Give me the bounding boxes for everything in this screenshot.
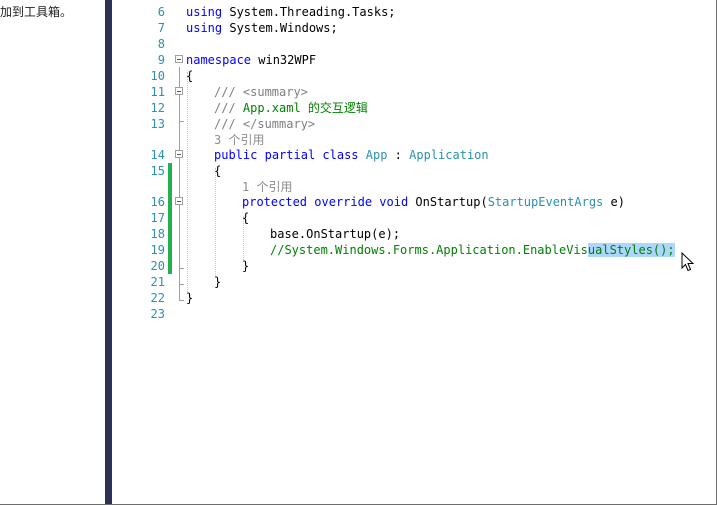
toolbox-panel: 加到工具箱。 <box>0 0 105 505</box>
code-text: /// </summary> <box>214 117 316 131</box>
code-line[interactable]: 7 using System.Windows; <box>112 20 716 36</box>
codelens-line[interactable]: 3 个引用 <box>112 132 716 148</box>
code-line[interactable]: 8 <box>112 36 716 52</box>
changed-line-marker <box>168 258 172 274</box>
code-line[interactable]: 15 { <box>112 163 716 179</box>
code-text: //System.Windows.Forms.Application.Enabl… <box>270 243 675 257</box>
code-text: namespace win32WPF <box>186 53 317 67</box>
code-line[interactable]: 11 /// <summary> <box>112 84 716 100</box>
code-text: using System.Windows; <box>186 21 338 35</box>
arrow-cursor-icon <box>681 252 695 272</box>
code-line[interactable]: 12 /// App.xaml 的交互逻辑 <box>112 100 716 116</box>
code-text: protected override void OnStartup(Startu… <box>242 195 625 209</box>
changed-line-marker <box>168 163 172 179</box>
collapse-summary-icon[interactable] <box>175 87 183 95</box>
code-line[interactable]: 6 using System.Threading.Tasks; <box>112 4 716 20</box>
line-number: 7 <box>157 21 165 35</box>
code-text: using System.Threading.Tasks; <box>186 5 396 19</box>
line-number: 8 <box>157 37 165 51</box>
code-line[interactable]: 10 { <box>112 68 716 84</box>
line-number: 16 <box>150 195 165 209</box>
line-number: 11 <box>150 85 165 99</box>
line-number: 22 <box>150 291 165 305</box>
changed-line-marker <box>168 194 172 210</box>
code-text: public partial class App : Application <box>214 148 489 162</box>
code-line[interactable]: 14 public partial class App : Applicatio… <box>112 147 716 163</box>
code-text: { <box>186 69 194 83</box>
code-line[interactable]: 19 //System.Windows.Forms.Application.En… <box>112 242 716 258</box>
code-line[interactable]: 23 <box>112 306 716 322</box>
collapse-class-icon[interactable] <box>175 150 183 158</box>
code-line[interactable]: 21 } <box>112 274 716 290</box>
code-line[interactable]: 20 } <box>112 258 716 274</box>
code-text: base.OnStartup(e); <box>270 227 401 241</box>
panel-splitter[interactable] <box>105 0 112 505</box>
code-line[interactable]: 17 { <box>112 210 716 226</box>
line-number: 19 <box>150 243 165 257</box>
codelens-line[interactable]: 1 个引用 <box>112 179 716 195</box>
line-number: 18 <box>150 227 165 241</box>
code-line[interactable]: 22 } <box>112 290 716 306</box>
line-number: 20 <box>150 259 165 273</box>
code-editor[interactable]: 6 using System.Threading.Tasks; 7 using … <box>112 0 716 504</box>
code-line[interactable]: 16 protected override void OnStartup(Sta… <box>112 194 716 210</box>
line-number: 6 <box>157 5 165 19</box>
code-text: /// App.xaml 的交互逻辑 <box>214 101 368 115</box>
collapse-method-icon[interactable] <box>175 197 183 205</box>
changed-line-marker <box>168 210 172 226</box>
code-line[interactable]: 9 namespace win32WPF <box>112 52 716 68</box>
code-text: { <box>214 164 222 178</box>
changed-line-marker <box>168 179 172 195</box>
codelens-references[interactable]: 1 个引用 <box>242 179 292 195</box>
code-text: } <box>186 291 194 305</box>
code-line[interactable]: 18 base.OnStartup(e); <box>112 226 716 242</box>
code-text: { <box>242 211 250 225</box>
line-number: 14 <box>150 148 165 162</box>
toolbox-hint-text: 加到工具箱。 <box>0 5 73 19</box>
line-number: 13 <box>150 117 165 131</box>
code-line[interactable]: 13 /// </summary> <box>112 116 716 132</box>
text-selection: ualStyles(); <box>587 243 675 257</box>
line-number: 23 <box>150 307 165 321</box>
changed-line-marker <box>168 226 172 242</box>
code-text: } <box>214 275 222 289</box>
code-text: } <box>242 259 250 273</box>
changed-line-marker <box>168 242 172 258</box>
line-number: 10 <box>150 69 165 83</box>
codelens-references[interactable]: 3 个引用 <box>214 132 264 148</box>
line-number: 12 <box>150 101 165 115</box>
line-number: 21 <box>150 275 165 289</box>
line-number: 9 <box>157 53 165 67</box>
line-number: 17 <box>150 211 165 225</box>
collapse-namespace-icon[interactable] <box>175 55 183 63</box>
code-text: /// <summary> <box>214 85 308 99</box>
line-number: 15 <box>150 164 165 178</box>
